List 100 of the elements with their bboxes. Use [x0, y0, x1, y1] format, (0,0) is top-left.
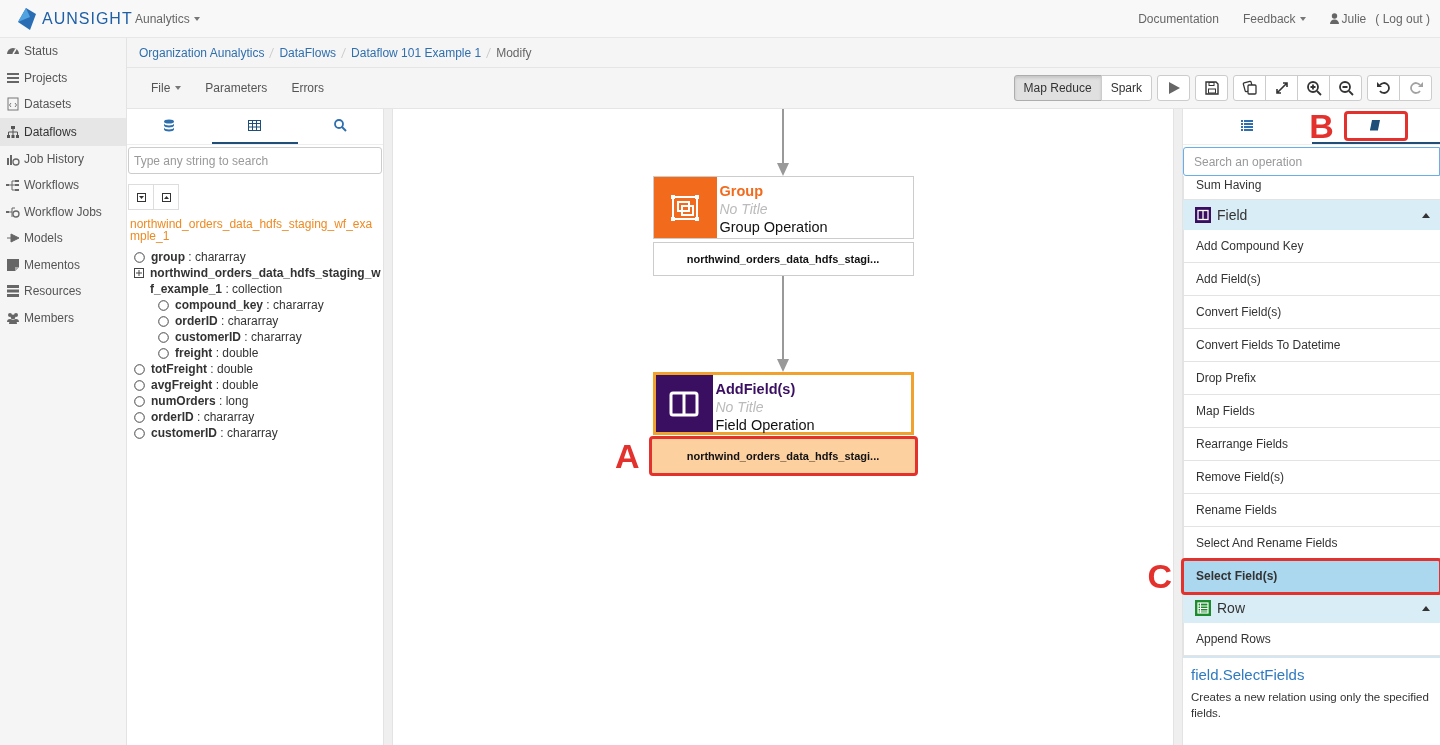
schema-field[interactable]: compound_key : chararray — [175, 297, 324, 313]
circle-icon — [158, 300, 169, 311]
operation-node[interactable]: AddField(s) No Title Field Operation — [652, 372, 914, 435]
database-icon — [163, 119, 177, 132]
book-icon — [1369, 119, 1383, 132]
breadcrumb-link[interactable]: Organization Aunalytics — [139, 45, 265, 60]
description-title: field.SelectFields — [1191, 666, 1306, 683]
operation-node[interactable]: Group No Title Group Operation — [652, 176, 914, 239]
engine-toggle[interactable]: Map Reduce — [1013, 75, 1102, 101]
operation-item[interactable]: Add Field(s) — [1183, 263, 1440, 296]
callout-label: B — [1309, 108, 1334, 143]
sidebar-item[interactable]: Workflows — [0, 172, 126, 199]
operation-item[interactable]: Rename Fields — [1183, 494, 1440, 527]
search-field[interactable]: Search an operation — [1183, 147, 1440, 176]
user-name[interactable]: Julie — [1341, 11, 1367, 26]
collapse-icon — [136, 192, 146, 202]
node-subtitle: No Title — [719, 200, 769, 218]
schema-field[interactable]: avgFreight : double — [151, 377, 259, 393]
caret-icon — [175, 86, 182, 90]
schema-field[interactable]: numOrders : long — [151, 393, 249, 409]
collapse-button[interactable] — [128, 184, 154, 210]
schema-field[interactable]: customerID : chararray — [151, 425, 278, 441]
expand-button[interactable] — [153, 184, 179, 210]
list-icon — [1240, 119, 1254, 132]
org-menu[interactable]: Aunalytics — [135, 11, 200, 26]
circle-icon — [134, 396, 145, 407]
search-field[interactable]: Type any string to search — [128, 147, 382, 174]
category-label: Field — [1217, 207, 1248, 223]
user-icon — [1329, 13, 1339, 24]
sidebar-item[interactable]: Job History — [0, 145, 126, 172]
breadcrumb-current: Modify — [496, 45, 532, 60]
schema-field[interactable]: freight : double — [175, 345, 259, 361]
expand-button[interactable] — [1265, 75, 1298, 101]
sidebar-item[interactable]: Projects — [0, 64, 126, 91]
flowchart-icon — [6, 178, 20, 193]
node-title: AddField(s) — [715, 380, 797, 398]
breadcrumb-link[interactable]: Dataflow 101 Example 1 — [351, 45, 482, 60]
expand-icon — [161, 192, 171, 202]
expand-icon — [1273, 80, 1290, 96]
breadcrumb-link[interactable]: DataFlows — [279, 45, 337, 60]
nav-link[interactable]: Documentation — [1138, 11, 1219, 26]
book-tab[interactable]: B — [1311, 109, 1440, 144]
sidebar-item[interactable]: Mementos — [0, 251, 126, 278]
sidebar-item[interactable]: Workflow Jobs — [0, 198, 126, 225]
node-subtitle: No Title — [715, 398, 765, 416]
flowchart-icon — [6, 204, 20, 219]
schema-field[interactable]: orderID : chararray — [151, 409, 255, 425]
arrow-icon — [6, 231, 20, 246]
operation-item[interactable]: Map Fields — [1183, 395, 1440, 428]
dataset-name: northwind_orders_data_hdfs_staging_wf_example_1 — [130, 218, 374, 242]
circle-icon — [158, 332, 169, 343]
file-menu[interactable]: File — [151, 81, 182, 95]
toolbar-menu-item[interactable]: Errors — [291, 81, 325, 95]
operation-item[interactable]: Convert Fields To Datetime — [1183, 329, 1440, 362]
engine-toggle[interactable]: Spark — [1100, 75, 1152, 101]
list-icon — [6, 70, 20, 85]
sidebar-item[interactable]: Dataflows — [0, 117, 126, 146]
category-label: Row — [1217, 600, 1245, 616]
operation-item[interactable]: Drop Prefix — [1183, 362, 1440, 395]
output-port[interactable]: northwind_orders_data_hdfs_stagi... — [652, 242, 914, 276]
feedback-menu[interactable]: Feedback — [1242, 11, 1306, 26]
sidebar-item[interactable]: Resources — [0, 278, 126, 305]
operation-item[interactable]: Append Rows — [1183, 623, 1440, 656]
logo-icon — [18, 7, 36, 30]
sidebar-item[interactable]: Models — [0, 225, 126, 252]
category-header[interactable]: Row — [1183, 593, 1440, 623]
category-header[interactable]: Field — [1183, 200, 1440, 230]
circle-icon — [158, 348, 169, 359]
play-button[interactable] — [1157, 75, 1190, 101]
logout-link[interactable]: ( Log out ) — [1375, 11, 1430, 26]
schema-field[interactable]: orderID : chararray — [175, 313, 279, 329]
operation-item[interactable]: Remove Field(s) — [1183, 461, 1440, 494]
node-operation: Group Operation — [719, 218, 828, 236]
hierarchy-icon — [6, 124, 20, 139]
copy-button[interactable] — [1233, 75, 1266, 101]
schema-field[interactable]: customerID : chararray — [175, 329, 302, 345]
sidebar-item[interactable]: Datasets — [0, 91, 126, 118]
zoom-in-icon — [1305, 80, 1322, 96]
slash-icon — [341, 47, 347, 58]
zoom-in-button[interactable] — [1297, 75, 1330, 101]
save-button[interactable] — [1195, 75, 1228, 101]
schema-field[interactable]: group : chararray — [151, 249, 246, 265]
flow-arrow — [776, 109, 790, 176]
columns-icon — [1195, 207, 1211, 223]
toolbar-menu-item[interactable]: Parameters — [205, 81, 268, 95]
caret-icon — [1422, 605, 1430, 611]
operation-item[interactable]: Convert Field(s) — [1183, 296, 1440, 329]
circle-icon — [158, 316, 169, 327]
schema-field[interactable]: totFreight : double — [151, 361, 254, 377]
operation-item[interactable]: Add Compound Key — [1183, 230, 1440, 263]
undo-icon — [1375, 80, 1392, 96]
node-title: Group — [719, 182, 764, 200]
slash-icon — [486, 47, 492, 58]
sidebar-item[interactable]: Members — [0, 304, 126, 331]
callout-label: C — [1147, 559, 1172, 593]
zoom-out-button[interactable] — [1329, 75, 1362, 101]
sidebar-item[interactable]: Status — [0, 38, 126, 65]
undo-button[interactable] — [1367, 75, 1400, 101]
copy-icon — [1241, 80, 1258, 96]
operation-item[interactable]: Rearrange Fields — [1183, 428, 1440, 461]
